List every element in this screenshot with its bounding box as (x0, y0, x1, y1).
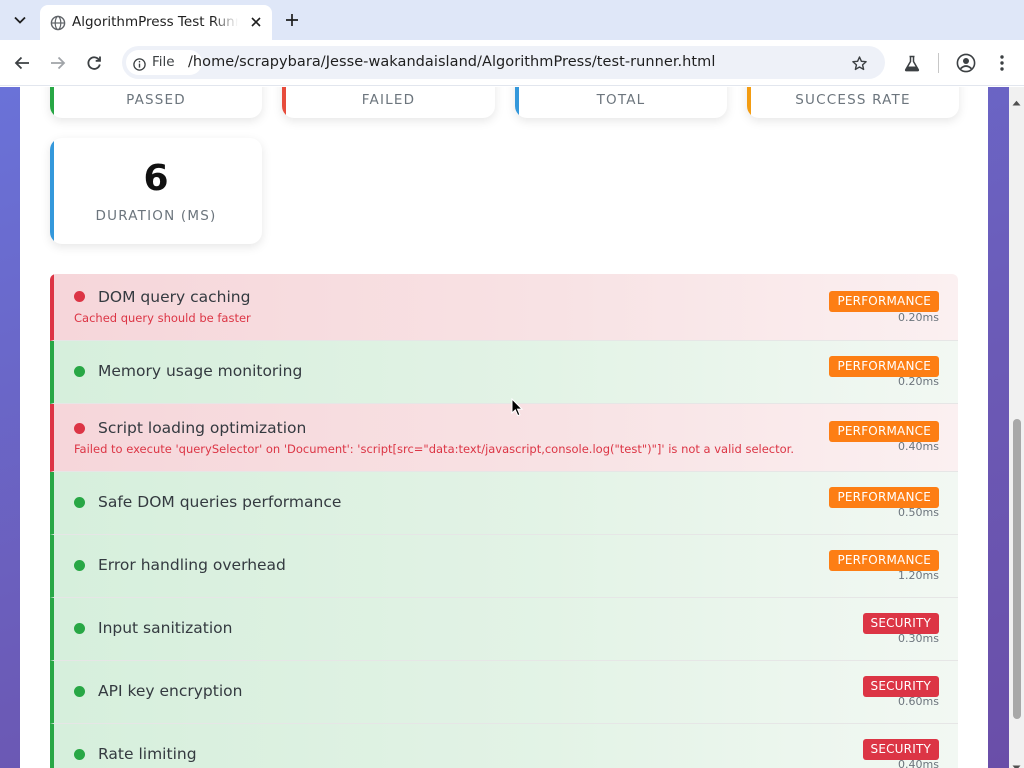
category-badge: PERFORMANCE (829, 356, 939, 377)
passed-stat-label: PASSED (126, 92, 186, 108)
scroll-up-arrow-icon[interactable] (1012, 91, 1021, 106)
category-badge: SECURITY (862, 613, 939, 634)
test-row: Input sanitization SECURITY 0.30ms (50, 598, 958, 661)
total-stat-card: TOTAL (515, 87, 727, 118)
pass-status-dot (74, 686, 85, 697)
test-name: API key encryption (98, 682, 243, 700)
test-name: Rate limiting (98, 745, 197, 763)
fail-status-dot (74, 423, 85, 434)
test-duration: 0.50ms (898, 506, 939, 519)
test-name: Script loading optimization (98, 419, 307, 437)
test-name: Memory usage monitoring (98, 362, 303, 380)
duration-stat-card: 6 DURATION (MS) (50, 138, 262, 244)
category-badge: PERFORMANCE (829, 487, 939, 508)
test-row: DOM query caching Cached query should be… (50, 274, 958, 341)
failed-stat-card: FAILED (282, 87, 495, 118)
pass-status-dot (74, 560, 85, 571)
test-duration: 1.20ms (898, 569, 939, 582)
test-row: Safe DOM queries performance PERFORMANCE… (50, 472, 958, 535)
test-duration: 0.20ms (898, 311, 939, 324)
category-badge: SECURITY (862, 739, 939, 760)
test-duration: 0.30ms (898, 632, 939, 645)
category-badge: SECURITY (862, 676, 939, 697)
mouse-cursor-icon (511, 397, 524, 417)
test-error-message: Failed to execute 'querySelector' on 'Do… (74, 442, 794, 456)
test-duration: 0.60ms (898, 695, 939, 708)
test-name: DOM query caching (98, 288, 251, 306)
duration-stat-label: DURATION (MS) (95, 208, 217, 224)
test-row: API key encryption SECURITY 0.60ms (50, 661, 958, 724)
test-row: Rate limiting SECURITY 0.40ms (50, 724, 958, 768)
browser-tab-active[interactable]: AlgorithmPress Test Runner (40, 5, 272, 40)
back-arrow-icon[interactable] (10, 51, 34, 75)
toolbar-separator (938, 53, 939, 73)
pass-status-dot (74, 497, 85, 508)
address-bar[interactable]: File /home/scrapybara/Jesse-wakandaislan… (122, 46, 885, 79)
test-duration: 0.40ms (898, 758, 939, 768)
browser-tab-strip: AlgorithmPress Test Runner (0, 0, 1024, 40)
labs-flask-icon[interactable] (901, 52, 923, 74)
fail-status-dot (74, 291, 85, 302)
test-name: Safe DOM queries performance (98, 493, 342, 511)
success-rate-stat-card: SUCCESS RATE (747, 87, 959, 118)
tab-close-icon[interactable] (246, 12, 266, 32)
test-name: Error handling overhead (98, 556, 286, 574)
test-error-message: Cached query should be faster (74, 311, 251, 325)
test-duration: 0.20ms (898, 375, 939, 388)
pass-status-dot (74, 623, 85, 634)
more-menu-icon[interactable] (991, 52, 1013, 74)
bookmark-star-icon[interactable] (849, 53, 869, 73)
category-badge: PERFORMANCE (829, 550, 939, 571)
passed-stat-card: PASSED (50, 87, 262, 118)
page-viewport: PASSED FAILED TOTAL SUCCESS RATE 6 DURAT… (0, 87, 1024, 768)
test-row: Script loading optimization Failed to ex… (50, 404, 958, 472)
reload-icon[interactable] (82, 51, 106, 75)
file-chip-label: File (152, 54, 175, 70)
test-row: Error handling overhead PERFORMANCE 1.20… (50, 535, 958, 598)
test-name: Input sanitization (98, 619, 233, 637)
globe-icon (50, 15, 66, 31)
category-badge: PERFORMANCE (829, 421, 939, 442)
pass-status-dot (74, 366, 85, 377)
test-runner-container: PASSED FAILED TOTAL SUCCESS RATE 6 DURAT… (20, 87, 988, 768)
url-text[interactable]: /home/scrapybara/Jesse-wakandaisland/Alg… (188, 53, 715, 72)
failed-stat-label: FAILED (361, 92, 416, 108)
new-tab-plus-icon[interactable] (280, 8, 304, 32)
duration-stat-value: 6 (143, 158, 169, 199)
test-results-list: DOM query caching Cached query should be… (50, 274, 958, 768)
category-badge: PERFORMANCE (829, 291, 939, 312)
total-stat-label: TOTAL (596, 92, 646, 108)
tab-title: AlgorithmPress Test Runner (72, 13, 238, 31)
info-icon (133, 56, 146, 71)
scroll-down-arrow-icon[interactable] (1012, 756, 1021, 768)
success-rate-stat-label: SUCCESS RATE (795, 92, 911, 108)
tab-search-chevron-icon[interactable] (8, 8, 32, 32)
browser-toolbar: File /home/scrapybara/Jesse-wakandaislan… (0, 40, 1024, 86)
forward-arrow-icon[interactable] (46, 51, 70, 75)
scrollbar-thumb[interactable] (1013, 419, 1021, 719)
profile-avatar-icon[interactable] (955, 52, 977, 74)
test-duration: 0.40ms (898, 440, 939, 453)
page-scrollbar[interactable] (1009, 87, 1024, 768)
pass-status-dot (74, 749, 85, 760)
test-row: Memory usage monitoring PERFORMANCE 0.20… (50, 341, 958, 404)
